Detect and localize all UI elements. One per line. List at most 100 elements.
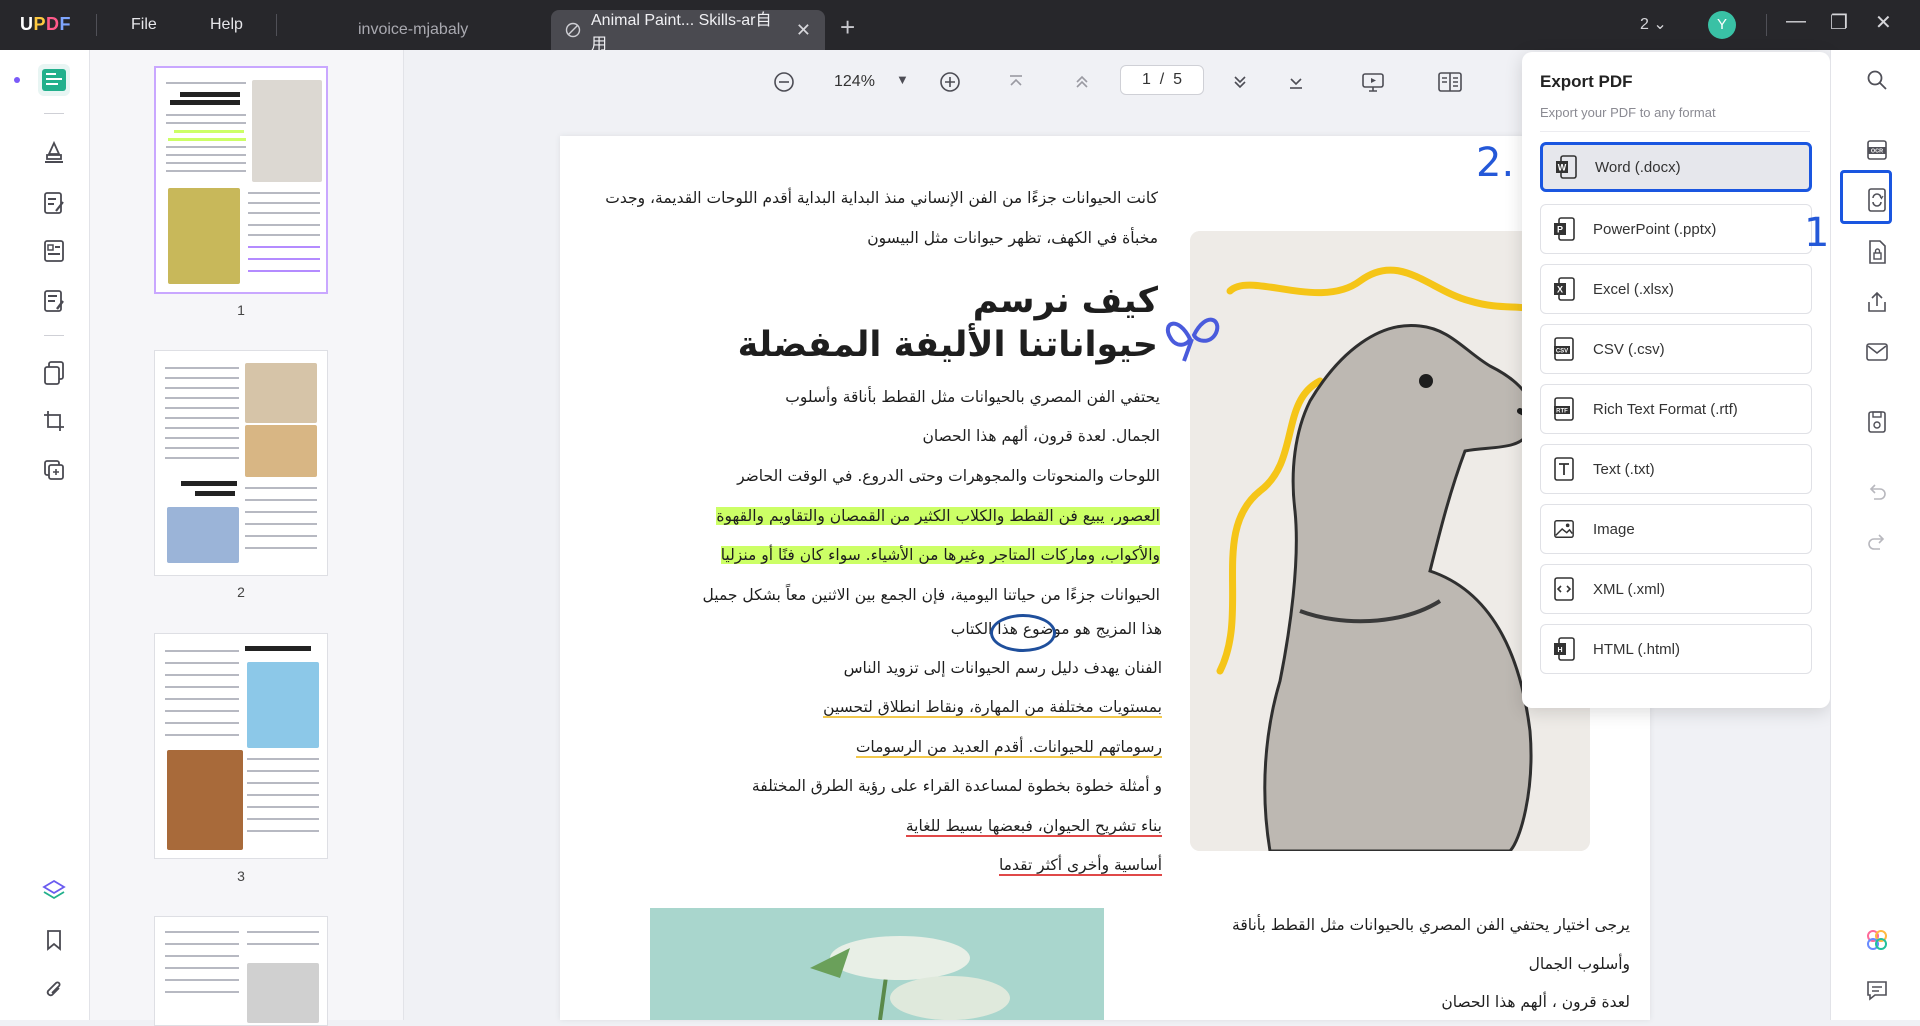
first-page-icon[interactable] [1004, 70, 1028, 99]
edit-pdf-icon[interactable] [39, 188, 69, 218]
close-window-icon[interactable]: ✕ [1875, 10, 1892, 35]
export-option-label: CSV (.csv) [1593, 340, 1665, 358]
thumb-dog-image [252, 80, 322, 182]
doc-intro-line-1: كانت الحيوانات جزءًا من الفن الإنساني من… [605, 189, 1158, 207]
comments-panel-icon[interactable] [1865, 978, 1889, 1002]
undo-icon[interactable] [1865, 480, 1889, 504]
ai-assistant-icon[interactable] [1865, 928, 1889, 952]
zoom-out-icon[interactable] [772, 70, 796, 99]
svg-text:RTF: RTF [1556, 409, 1568, 415]
form-icon[interactable] [39, 236, 69, 266]
export-option-label: Rich Text Format (.rtf) [1593, 400, 1738, 418]
export-text-button[interactable]: Text (.txt) [1540, 444, 1812, 494]
doc-paragraph-line: اللوحات والمنحوتات والمجوهرات وحتى الدرو… [737, 467, 1160, 485]
export-pdf-highlight-box [1840, 170, 1892, 224]
tab-animal-paint[interactable]: Animal Paint... Skills-ar自用 ✕ [551, 10, 825, 53]
bookmark-icon[interactable] [39, 925, 69, 955]
circle-annotation[interactable] [990, 614, 1056, 652]
export-title: Export PDF [1540, 72, 1633, 91]
zoom-in-icon[interactable] [938, 70, 962, 99]
export-powerpoint-button[interactable]: P PowerPoint (.pptx) [1540, 204, 1812, 254]
doc-underlined-line: أساسية وأخرى أكثر تقدما [578, 856, 1162, 876]
comment-highlighter-icon[interactable] [39, 137, 69, 167]
export-xml-button[interactable]: XML (.xml) [1540, 564, 1812, 614]
updf-logo: UPDF [20, 14, 72, 34]
export-csv-button[interactable]: CSV CSV (.csv) [1540, 324, 1812, 374]
convert-tools-icon[interactable] [39, 455, 69, 485]
export-image-button[interactable]: Image [1540, 504, 1812, 554]
export-excel-button[interactable]: X Excel (.xlsx) [1540, 264, 1812, 314]
plant-photo [650, 908, 1104, 1021]
title-separator [1766, 14, 1767, 36]
thumb-watercolor-image [167, 507, 239, 563]
doc-underlined-line: بناء تشريح الحيوان، فبعضها بسيط للغاية [578, 817, 1162, 837]
doc-title-line-1: كيف نرسم [972, 281, 1158, 321]
word-icon: W [1555, 155, 1577, 179]
protect-pdf-icon[interactable] [1865, 240, 1889, 264]
thumbnail-page-number: 1 [237, 302, 245, 318]
powerpoint-icon: P [1553, 217, 1575, 241]
window-count: 2 [1640, 16, 1649, 33]
csv-icon: CSV [1553, 337, 1575, 361]
reader-mode-icon[interactable] [38, 64, 70, 96]
redo-icon[interactable] [1865, 530, 1889, 554]
doc-underlined-line: بمستويات مختلفة من المهارة، ونقاط انطلاق… [578, 698, 1162, 718]
zoom-level[interactable]: 124% [834, 73, 875, 91]
thumbnail-page-4[interactable] [154, 916, 328, 1026]
attachment-icon[interactable] [39, 975, 69, 1005]
user-avatar[interactable]: Y [1708, 11, 1736, 39]
rtf-icon: RTF [1553, 397, 1575, 421]
zoom-dropdown-caret-icon[interactable]: ▼ [896, 72, 909, 87]
export-subtitle: Export your PDF to any format [1540, 105, 1716, 120]
doc-right-line: وأسلوب الجمال [1528, 955, 1630, 973]
export-option-label: HTML (.html) [1593, 640, 1680, 658]
new-tab-plus-icon[interactable]: + [840, 12, 855, 43]
tab-edit-icon [565, 22, 581, 38]
svg-text:W: W [1558, 163, 1567, 173]
presentation-icon[interactable] [1360, 70, 1386, 99]
export-pdf-panel: Export PDF Export your PDF to any format… [1522, 52, 1830, 708]
export-option-label: Text (.txt) [1593, 460, 1655, 478]
next-page-icon[interactable] [1228, 70, 1252, 99]
thumbnail-page-number: 3 [237, 868, 245, 884]
tab-invoice[interactable]: invoice-mjabaly [358, 10, 468, 50]
page-number-input[interactable]: 1 / 5 [1120, 65, 1204, 95]
fill-sign-icon[interactable] [39, 286, 69, 316]
thumbnail-page-3[interactable] [154, 633, 328, 859]
crop-icon[interactable] [39, 406, 69, 436]
window-count-dropdown[interactable]: 2 ⌄ [1640, 14, 1667, 34]
page-layout-icon[interactable] [1437, 70, 1463, 99]
title-bar: UPDF File Help invoice-mjabaly Animal Pa… [0, 0, 1920, 53]
doc-paragraph-line: الحيوانات جزءًا من حياتنا اليومية، فإن ا… [702, 586, 1160, 604]
save-icon[interactable] [1865, 410, 1889, 434]
organize-pages-icon[interactable] [39, 358, 69, 388]
email-icon[interactable] [1865, 340, 1889, 364]
export-html-button[interactable]: H HTML (.html) [1540, 624, 1812, 674]
thumbnail-page-1[interactable] [154, 66, 328, 294]
search-icon[interactable] [1865, 68, 1889, 92]
red-underline: بناء تشريح الحيوان، فبعضها بسيط للغاية [905, 817, 1162, 837]
minimize-icon[interactable]: — [1786, 10, 1806, 33]
export-option-label: Excel (.xlsx) [1593, 280, 1674, 298]
export-rtf-button[interactable]: RTF Rich Text Format (.rtf) [1540, 384, 1812, 434]
rail-indicator-dot [14, 77, 20, 83]
export-word-button[interactable]: W Word (.docx) [1540, 142, 1812, 192]
share-icon[interactable] [1865, 290, 1889, 314]
html-icon: H [1553, 637, 1575, 661]
svg-text:OCR: OCR [1871, 149, 1883, 155]
previous-page-icon[interactable] [1070, 70, 1094, 99]
menu-file[interactable]: File [131, 16, 157, 34]
green-highlight: والأكواب، وماركات المتاجر وغيرها من الأش… [720, 546, 1160, 564]
maximize-icon[interactable]: ❐ [1830, 10, 1848, 35]
layers-icon[interactable] [39, 875, 69, 905]
ocr-icon[interactable]: OCR [1865, 138, 1889, 162]
thumbnail-page-2[interactable] [154, 350, 328, 576]
doc-paragraph-line: الفنان يهدف دليل رسم الحيوانات إلى تزويد… [843, 659, 1162, 677]
tab-close-icon[interactable]: ✕ [796, 20, 811, 41]
thumb-blue-watercolor [247, 662, 319, 748]
thumb-dog-image [247, 963, 319, 1023]
menu-help[interactable]: Help [210, 16, 243, 34]
doc-paragraph-line: هذا المزيج هو موضوع هذا الكتاب [950, 620, 1162, 638]
last-page-icon[interactable] [1284, 70, 1308, 99]
thumb-brushes-image [245, 425, 317, 477]
